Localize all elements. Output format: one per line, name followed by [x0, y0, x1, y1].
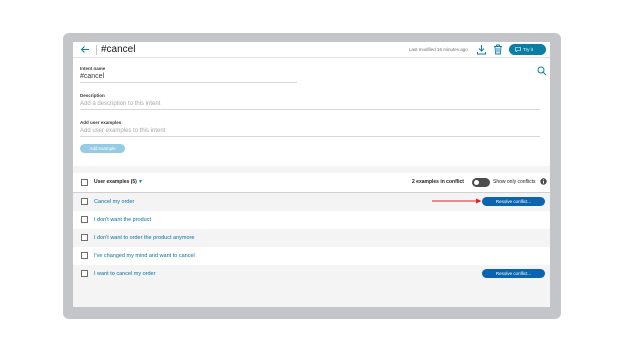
conflict-count-text: 2 examples in conflict	[412, 179, 464, 185]
divider	[96, 45, 97, 55]
chat-icon	[515, 47, 521, 52]
row-checkbox[interactable]	[81, 234, 88, 241]
download-icon[interactable]	[476, 44, 487, 55]
top-bar: #cancel Last modified 16 minutes ago Try…	[73, 42, 550, 58]
resolve-conflict-button[interactable]: Resolve conflict...	[482, 197, 545, 206]
description-underline	[80, 109, 540, 110]
try-it-label: Try it	[523, 47, 533, 52]
example-text[interactable]: I've changed my mind and want to cancel	[94, 252, 195, 260]
example-text[interactable]: Cancel my order	[94, 198, 134, 206]
sort-caret-icon[interactable]: ▼	[138, 179, 143, 186]
row-checkbox[interactable]	[81, 252, 88, 259]
example-text[interactable]: I don't want the product	[94, 216, 151, 224]
show-conflicts-toggle[interactable]	[472, 178, 490, 187]
intent-name-field[interactable]: #cancel	[80, 72, 104, 81]
annotation-arrow-icon	[432, 198, 482, 204]
select-all-checkbox[interactable]	[81, 179, 88, 186]
resolve-conflict-button[interactable]: Resolve conflict...	[482, 269, 545, 278]
examples-field[interactable]: Add user examples to this intent	[80, 127, 165, 135]
intent-form: Intent name #cancel Description Add a de…	[73, 58, 550, 166]
row-checkbox[interactable]	[81, 198, 88, 205]
description-field[interactable]: Add a description to this intent	[80, 100, 160, 108]
examples-list-header: User examples (5) ▼ 2 examples in confli…	[73, 173, 550, 193]
examples-label: Add user examples	[80, 120, 122, 125]
page-title: #cancel	[101, 44, 136, 55]
show-conflicts-label: Show only conflicts	[493, 179, 536, 185]
row-checkbox[interactable]	[81, 216, 88, 223]
list-item: Cancel my order Resolve conflict...	[73, 193, 550, 211]
list-item: I've changed my mind and want to cancel	[73, 247, 550, 265]
trash-icon[interactable]	[493, 44, 503, 55]
info-icon[interactable]	[540, 178, 547, 185]
examples-count-label[interactable]: User examples (5)	[94, 179, 137, 186]
example-text[interactable]: I want to cancel my order	[94, 270, 155, 278]
add-example-button[interactable]: Add example	[80, 144, 125, 153]
examples-underline	[80, 136, 540, 137]
search-icon[interactable]	[537, 66, 547, 76]
last-modified-text: Last modified 16 minutes ago	[409, 47, 468, 52]
list-item: I don't want the product	[73, 211, 550, 229]
list-item: I want to cancel my order Resolve confli…	[73, 265, 550, 283]
row-checkbox[interactable]	[81, 270, 88, 277]
example-text[interactable]: I don't want to order the product anymor…	[94, 234, 194, 242]
intent-name-underline	[80, 82, 297, 83]
list-item: I don't want to order the product anymor…	[73, 229, 550, 247]
try-it-button[interactable]: Try it	[509, 44, 546, 55]
intent-editor-panel: #cancel Last modified 16 minutes ago Try…	[73, 42, 550, 307]
description-label: Description	[80, 93, 105, 98]
back-arrow-icon[interactable]	[80, 44, 90, 55]
